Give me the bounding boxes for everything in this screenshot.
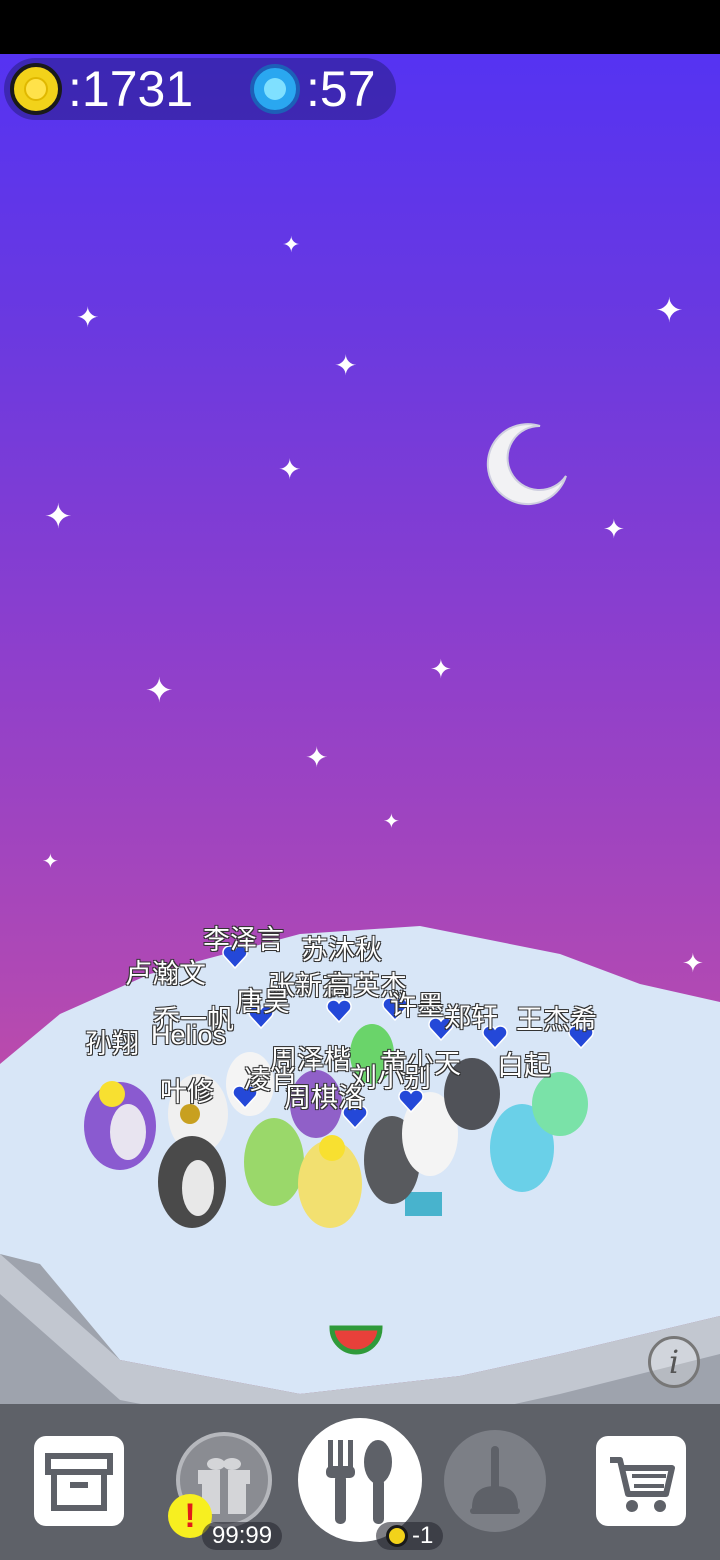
plunger-icon (470, 1446, 520, 1514)
feed-cost: -1 (376, 1522, 444, 1550)
currency-panel: :1731 :57 (4, 58, 396, 120)
gem-count: :57 (306, 61, 376, 117)
gift-timer: 99:99 (202, 1522, 283, 1550)
watermelon-icon[interactable] (329, 1325, 383, 1355)
inventory-button[interactable] (34, 1436, 124, 1526)
chick-icon (99, 1081, 125, 1107)
player-name: 孙翔 (85, 1029, 139, 1059)
feed-cost-value: -1 (412, 1522, 434, 1549)
penguin-crowd[interactable] (0, 54, 720, 1560)
player-name: 苏沐秋 (301, 935, 382, 965)
shop-button[interactable] (596, 1436, 686, 1526)
player-name: 郑轩 (444, 1003, 498, 1033)
player-name: 许墨 (390, 991, 444, 1021)
player-name: 白起 (497, 1051, 551, 1081)
coin-count: :1731 (68, 61, 194, 117)
coin-icon (386, 1525, 408, 1547)
info-button[interactable]: i (648, 1336, 700, 1388)
player-name: 叶修 (160, 1077, 214, 1107)
clean-button[interactable] (444, 1430, 546, 1532)
status-bar (0, 0, 720, 54)
game-scene[interactable]: ✦ ✦ ✦ ✦ ✦ ✦ ✦ ✦ ✦ ✦ ✦ ✦ ✦ 李泽言 苏沐秋 卢瀚文 张新… (0, 54, 720, 1560)
penguin-green[interactable] (244, 1118, 304, 1206)
chick-icon (319, 1135, 345, 1161)
gem-icon (250, 64, 300, 114)
box-icon (45, 1453, 113, 1511)
coin-icon (10, 63, 62, 115)
player-name: 李泽言 (203, 925, 284, 955)
player-name: 王杰希 (516, 1005, 597, 1035)
penguin-dark[interactable] (158, 1136, 226, 1228)
player-name: 周棋洛 (284, 1083, 365, 1113)
player-name: 唐昊 (236, 987, 290, 1017)
player-name: Helios (151, 1020, 227, 1050)
player-name: 卢瀚文 (125, 959, 206, 989)
bottom-toolbar: ! 99:99 -1 (0, 1404, 720, 1560)
cart-icon (610, 1457, 675, 1512)
